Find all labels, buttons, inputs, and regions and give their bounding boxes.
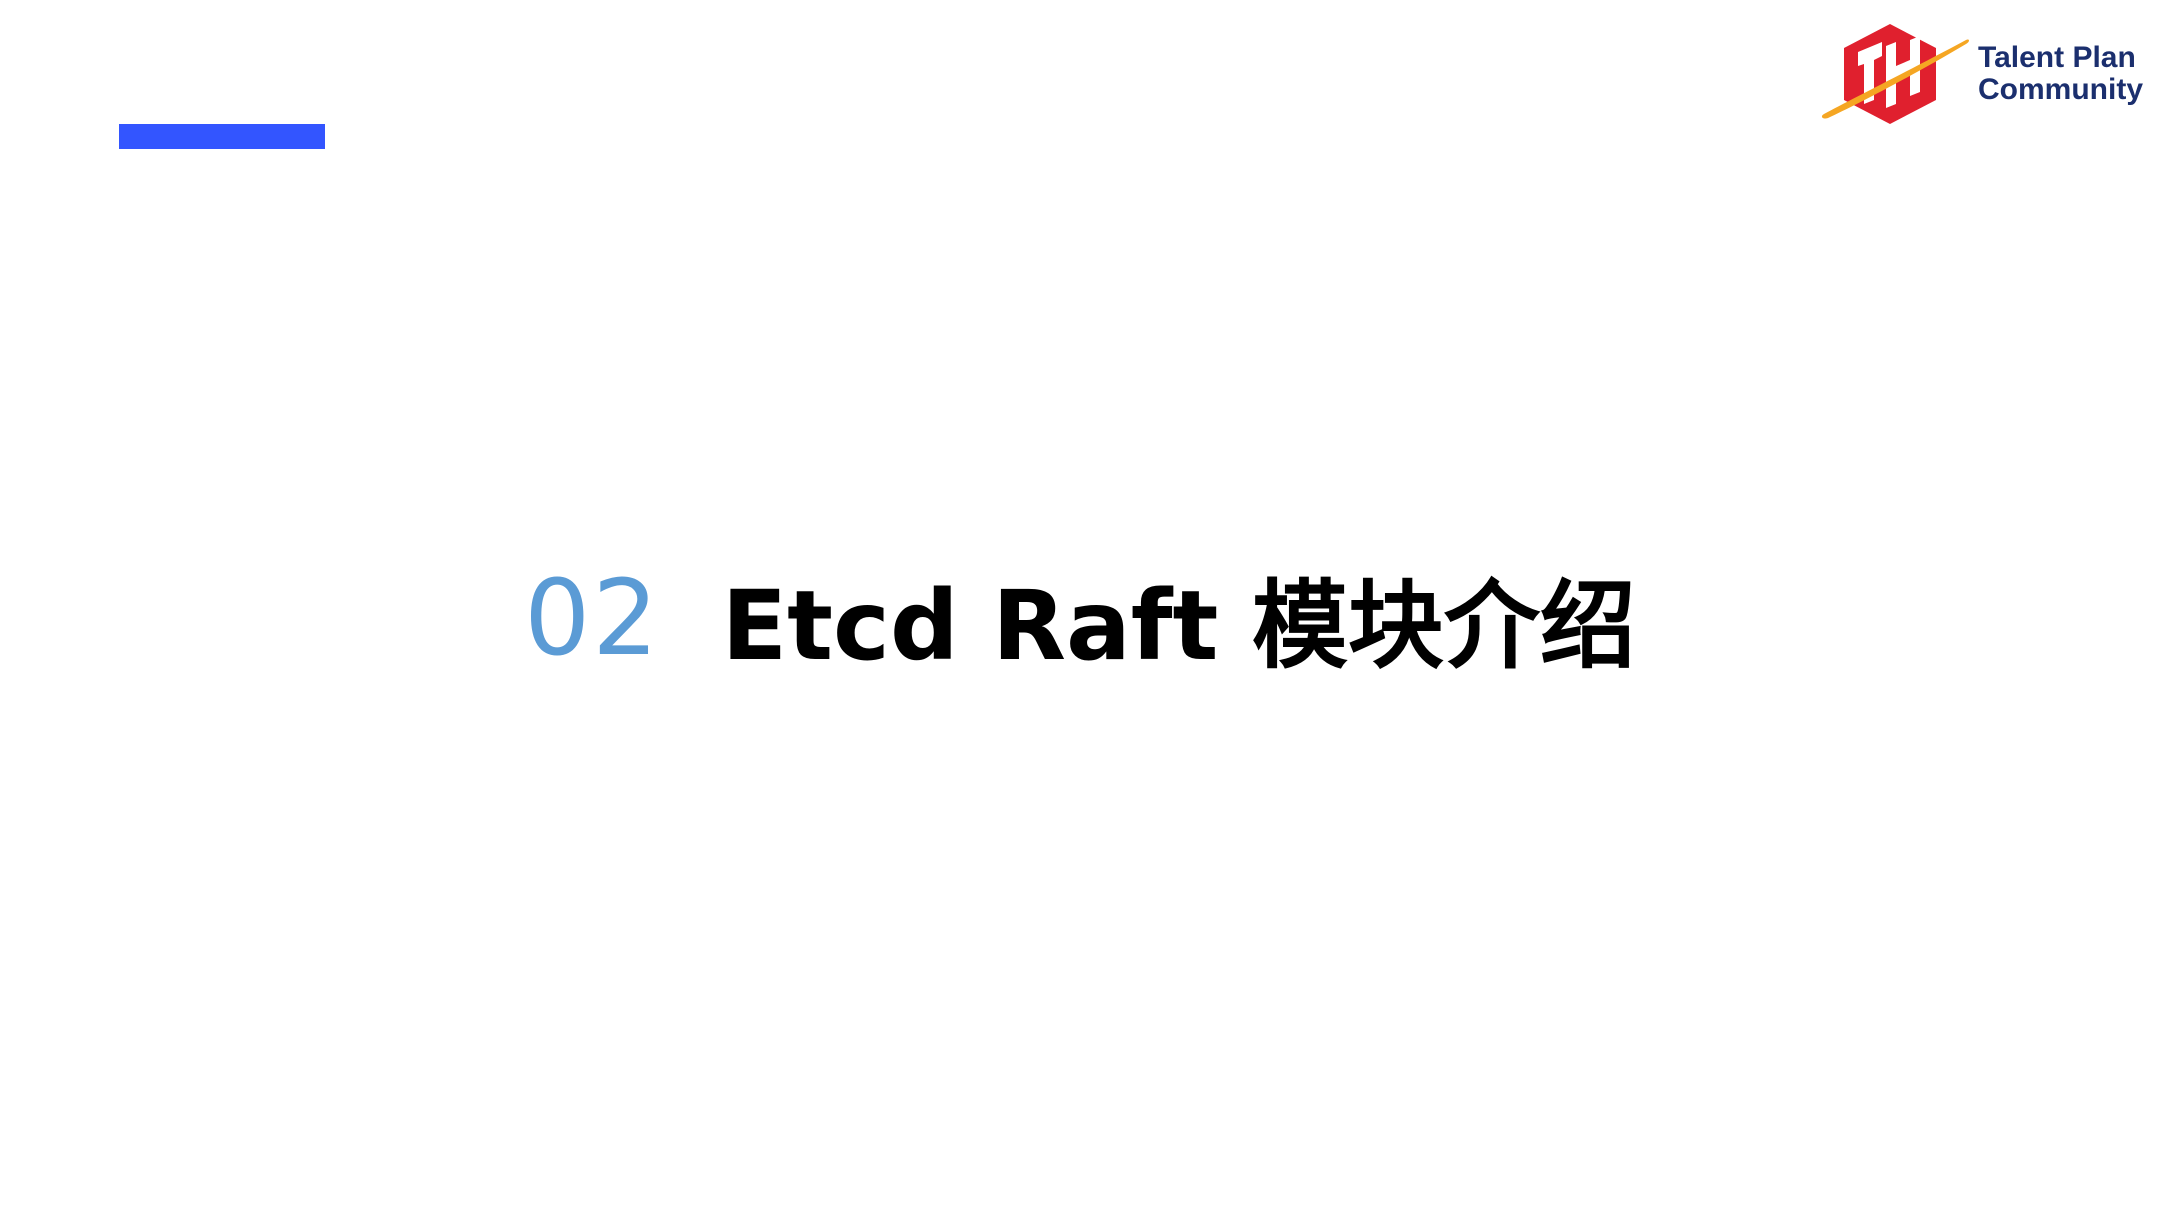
section-heading: 02 Etcd Raft 模块介绍 <box>0 548 2160 683</box>
talent-plan-logo-icon <box>1821 24 1969 124</box>
logo-line-1: Talent Plan <box>1978 41 2136 74</box>
logo-line-2: Community <box>1978 73 2143 106</box>
section-number: 02 <box>524 556 661 679</box>
talent-plan-logo: Talent Plan Community <box>1820 20 2150 130</box>
section-title: Etcd Raft 模块介绍 <box>721 570 1636 682</box>
accent-bar <box>119 124 325 149</box>
slide: Talent Plan Community 02 Etcd Raft 模块介绍 <box>0 0 2160 1215</box>
logo-wordmark: Talent Plan Community <box>1978 42 2143 106</box>
